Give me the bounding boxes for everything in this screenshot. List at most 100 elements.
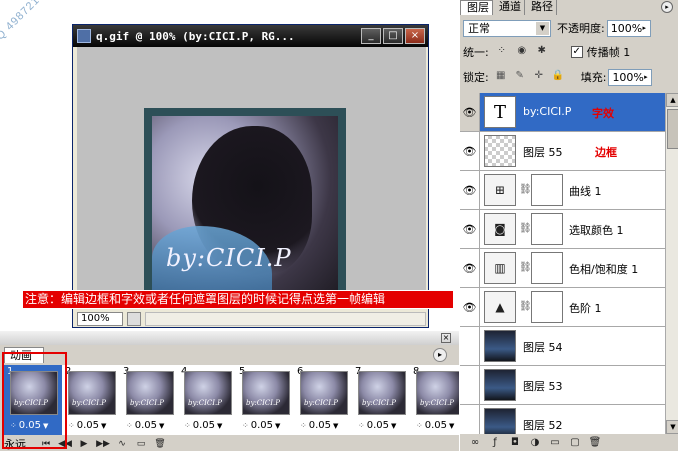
tab-channels[interactable]: 通道 [493,0,525,15]
panel-close-icon[interactable]: × [441,333,451,343]
animation-frame[interactable]: 7by:CICI.P⁘0.05▼ [352,365,410,435]
unify-style-icon[interactable]: ✱ [535,45,549,59]
animation-frame[interactable]: 1by:CICI.P⁘0.05▼ [4,365,62,435]
opacity-arrow-icon[interactable]: ▸ [640,22,649,35]
chain-icon[interactable]: ⛓ [519,184,532,195]
lock-position-icon[interactable]: ✛ [532,70,546,84]
loop-option[interactable]: 永远 [4,436,26,451]
propagate-checkbox[interactable]: ✓ [570,46,583,58]
chain-icon[interactable]: ⛓ [519,262,532,273]
eye-icon[interactable]: 👁 [460,171,480,209]
delete-frame-icon[interactable]: 🗑 [153,438,167,450]
scroll-up-icon[interactable]: ▲ [666,93,678,107]
document-canvas[interactable]: by:CICI.P [77,47,426,309]
layers-scrollbar[interactable]: ▲ ▼ [665,93,678,434]
fill-field[interactable]: 100% ▸ [608,68,653,86]
delay-icon: ⁘ [184,421,191,430]
delete-layer-icon[interactable]: 🗑 [588,436,602,449]
frame-thumbnail: by:CICI.P [184,371,232,415]
lock-transparency-icon[interactable]: ▦ [494,70,508,84]
unify-visibility-icon[interactable]: ◉ [515,45,529,59]
eye-icon[interactable]: 👁 [460,93,480,131]
frame-delay[interactable]: ⁘ 0.05 ▼ [10,419,48,432]
lock-label: 锁定: [463,71,489,84]
frame-delay[interactable]: ⁘ 0.05 ▼ [416,419,454,432]
layers-menu-icon[interactable]: ▸ [661,1,673,13]
adjustment-layer-icon[interactable]: ◑ [528,436,542,449]
lock-all-icon[interactable]: 🔒 [551,70,565,84]
eye-icon[interactable] [460,405,480,434]
unify-label: 统一: [463,46,489,59]
new-group-icon[interactable]: ▭ [548,436,562,449]
close-button[interactable]: × [405,28,425,44]
frame-delay[interactable]: ⁘ 0.05 ▼ [126,419,164,432]
layer-row[interactable]: 图层 53 [460,366,665,405]
frame-delay[interactable]: ⁘ 0.05 ▼ [300,419,338,432]
frame-delay[interactable]: ⁘ 0.05 ▼ [68,419,106,432]
eye-icon[interactable]: 👁 [460,132,480,170]
eye-icon[interactable]: 👁 [460,288,480,326]
tab-animation[interactable]: 动画 [4,347,44,363]
layer-style-icon[interactable]: ƒ [488,436,502,449]
link-layers-icon[interactable]: ∞ [468,436,482,449]
layer-row[interactable]: 👁 Tby:CICI.P 字效 [460,93,665,132]
animation-frame[interactable]: 6by:CICI.P⁘0.05▼ [294,365,352,435]
frame-delay[interactable]: ⁘ 0.05 ▼ [242,419,280,432]
animation-frame[interactable]: 4by:CICI.P⁘0.05▼ [178,365,236,435]
zoom-field[interactable]: 100% [77,311,123,326]
frame-delay[interactable]: ⁘ 0.05 ▼ [358,419,396,432]
scroll-thumb[interactable] [667,109,678,149]
animation-panel-titlebar[interactable]: × [0,331,459,345]
animation-frame[interactable]: 2by:CICI.P⁘0.05▼ [62,365,120,435]
new-layer-icon[interactable]: ▢ [568,436,582,449]
layer-name: 图层 54 [523,341,563,354]
layer-row[interactable]: 👁 ◙ ⛓ 选取颜色 1 [460,210,665,249]
eye-icon[interactable]: 👁 [460,210,480,248]
eye-icon[interactable]: 👁 [460,249,480,287]
next-frame-icon[interactable]: ▶▶ [96,438,110,450]
delay-icon: ⁘ [126,421,133,430]
layer-row[interactable]: 👁 图层 55 边框 [460,132,665,171]
layer-annotation: 字效 [592,107,614,120]
previous-frame-icon[interactable]: ◀◀ [58,438,72,450]
opacity-field[interactable]: 100% ▸ [606,19,651,37]
layer-row[interactable]: 👁 ▲ ⛓ 色阶 1 [460,288,665,327]
play-icon[interactable]: ▶ [77,438,91,450]
layer-mask-thumbnail [531,174,563,206]
tab-paths[interactable]: 路径 [525,0,557,15]
scroll-down-icon[interactable]: ▼ [666,420,678,434]
animation-frame[interactable]: 8by:CICI.P⁘0.05▼ [410,365,459,435]
propagate-label: 传播帧 1 [586,46,631,59]
layer-row[interactable]: 👁 ⊞ ⛓ 曲线 1 [460,171,665,210]
layer-row[interactable]: 👁 ▥ ⛓ 色相/饱和度 1 [460,249,665,288]
unify-position-icon[interactable]: ⁘ [495,45,509,59]
image-signature-text: by:CICI.P [166,244,292,272]
chevron-down-icon: ▼ [536,21,549,35]
status-menu-button[interactable] [127,311,141,326]
document-window[interactable]: q.gif @ 100% (by:CICI.P, RG... _ □ × by:… [72,24,429,328]
minimize-button[interactable]: _ [361,28,381,44]
maximize-button[interactable]: □ [383,28,403,44]
chain-icon[interactable]: ⛓ [519,223,532,234]
layer-mask-thumbnail [531,291,563,323]
duplicate-frame-icon[interactable]: ▭ [134,438,148,450]
eye-icon[interactable] [460,366,480,404]
document-title-bar[interactable]: q.gif @ 100% (by:CICI.P, RG... _ □ × [73,25,428,47]
lock-pixels-icon[interactable]: ✎ [513,70,527,84]
opacity-value: 100% [610,21,643,35]
frame-delay[interactable]: ⁘ 0.05 ▼ [184,419,222,432]
tab-layers[interactable]: 图层 [460,0,493,15]
chain-icon[interactable]: ⛓ [519,301,532,312]
animation-frame[interactable]: 5by:CICI.P⁘0.05▼ [236,365,294,435]
add-mask-icon[interactable]: ◘ [508,436,522,449]
eye-icon[interactable] [460,327,480,365]
layer-row[interactable]: 图层 52 [460,405,665,434]
layer-row[interactable]: 图层 54 [460,327,665,366]
fill-arrow-icon[interactable]: ▸ [641,71,650,84]
animation-menu-icon[interactable]: ▸ [433,348,447,362]
horizontal-scrollbar[interactable] [145,311,426,326]
animation-frame[interactable]: 3by:CICI.P⁘0.05▼ [120,365,178,435]
blend-mode-select[interactable]: 正常 ▼ [463,19,551,37]
first-frame-icon[interactable]: ⏮ [39,438,53,450]
tween-icon[interactable]: ∿ [115,438,129,450]
